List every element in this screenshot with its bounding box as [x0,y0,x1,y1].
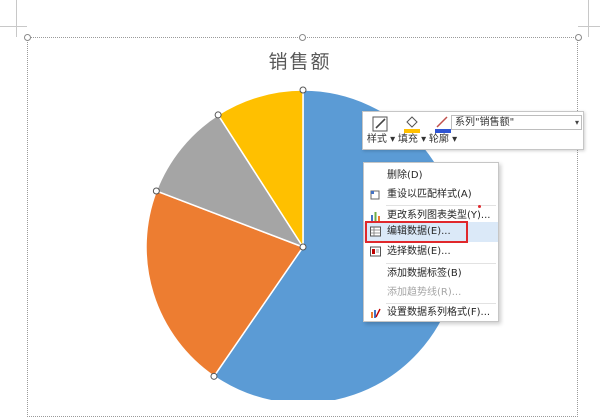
menu-item-label: 添加趋势线(R)... [387,287,462,298]
series-selection-handle[interactable] [152,187,160,195]
pie-chart[interactable] [0,0,600,400]
menu-item-format-series[interactable]: 设置数据系列格式(F)... [364,303,498,322]
outline-pen-icon [435,116,451,133]
menu-item-add-trendline: 添加趋势线(R)... [364,283,498,302]
style-button-label: 样式 ▾ [366,134,396,145]
menu-item-label: 删除(D) [387,170,423,181]
series-dropdown[interactable]: 系列"销售额" ▾ [451,115,582,130]
menu-item-select-data[interactable]: 选择数据(E)... [364,242,498,261]
menu-item-label: 设置数据系列格式(F)... [387,307,491,318]
fill-button-label: 填充 ▾ [397,134,427,145]
outline-button-label: 轮廓 ▾ [428,134,458,145]
format-series-icon [371,308,381,318]
fill-button[interactable]: 填充 ▾ [397,114,427,148]
select-data-icon [370,246,381,257]
menu-item-reset-style[interactable]: 重设以匹配样式(A) [364,185,498,204]
series-selection-handle[interactable] [210,372,218,380]
reset-style-icon [370,190,380,200]
menu-item-delete[interactable]: 删除(D) [364,166,498,185]
style-brush-icon [372,116,388,132]
red-highlight-box [365,221,468,243]
series-selection-handle[interactable] [299,86,307,94]
series-dropdown-value: 系列"销售额" [455,117,515,128]
chevron-down-icon: ▾ [574,118,579,127]
menu-item-add-data-labels[interactable]: 添加数据标签(B) [364,264,498,283]
series-selection-handle[interactable] [299,243,307,251]
menu-item-label: 添加数据标签(B) [387,268,462,279]
paint-bucket-icon [404,116,420,133]
bar-chart-icon [371,212,380,221]
red-marker-dot [478,205,481,208]
menu-item-label: 选择数据(E)... [387,246,451,257]
menu-item-label: 重设以匹配样式(A) [387,189,472,200]
style-button[interactable]: 样式 ▾ [366,114,396,148]
series-selection-handle[interactable] [214,111,222,119]
